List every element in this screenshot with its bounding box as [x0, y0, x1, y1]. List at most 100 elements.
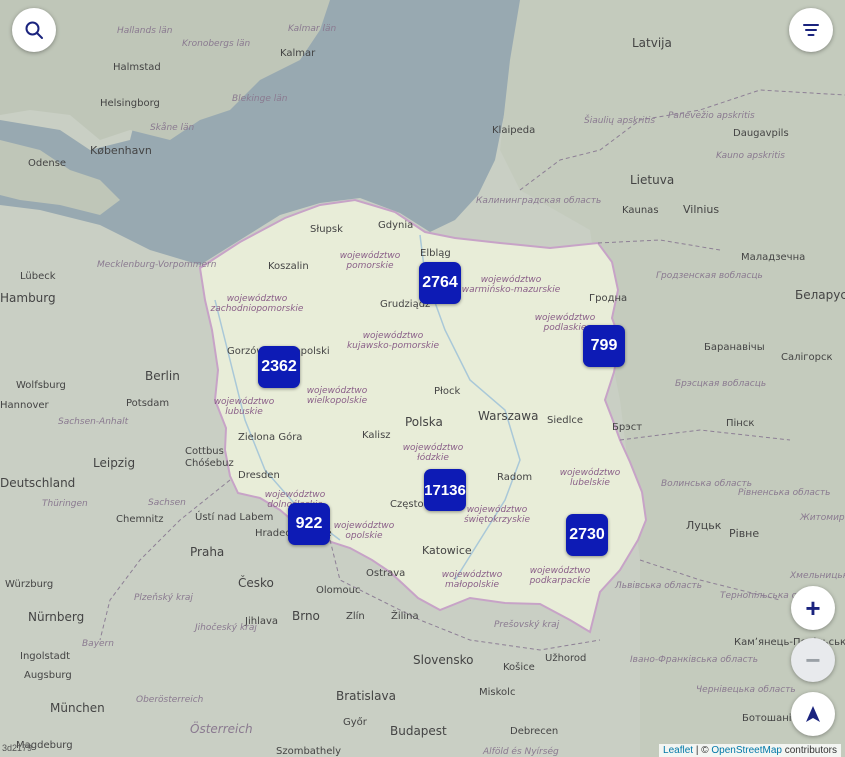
- leaflet-link[interactable]: Leaflet: [663, 745, 693, 756]
- city-label: Elbląg: [420, 248, 451, 259]
- city-label: Lübeck: [20, 271, 56, 282]
- city-label: Ostrava: [366, 568, 405, 579]
- region-label: województwo podkarpackie: [529, 565, 591, 586]
- foreign-region-label: Sachsen: [148, 498, 186, 508]
- locate-button[interactable]: [791, 692, 835, 736]
- city-label: Nürnberg: [28, 610, 84, 624]
- city-label: Баранавічы: [704, 341, 765, 353]
- city-label: Луцьк: [686, 519, 722, 532]
- city-label: Hannover: [0, 400, 50, 411]
- zoom-out-button[interactable]: −: [791, 638, 835, 682]
- city-label: Гродна: [589, 293, 627, 304]
- city-label: Latvija: [632, 36, 672, 50]
- city-label: Česko: [238, 575, 274, 590]
- city-label: Miskolc: [479, 687, 515, 698]
- foreign-region-label: Plzeňský kraj: [134, 593, 193, 603]
- navigation-arrow-icon: [806, 706, 820, 722]
- zoom-in-button[interactable]: +: [791, 586, 835, 630]
- attribution-contributors: contributors: [781, 745, 837, 756]
- foreign-region-label: Jihočeský kraj: [193, 622, 257, 633]
- city-label: Słupsk: [310, 224, 343, 235]
- city-label: Płock: [434, 386, 460, 397]
- city-label: Daugavpils: [733, 128, 789, 139]
- city-label: København: [90, 144, 152, 157]
- search-icon: [25, 21, 43, 39]
- city-label: Berlin: [145, 369, 180, 383]
- foreign-region-label: Blekinge län: [232, 94, 288, 104]
- foreign-region-label: Österreich: [190, 720, 253, 736]
- foreign-region-label: Житомирська область: [799, 513, 845, 523]
- city-label: Siedlce: [547, 415, 583, 426]
- city-label: Debrecen: [510, 726, 558, 737]
- foreign-region-label: Kauno apskritis: [716, 151, 785, 161]
- city-label: Augsburg: [24, 670, 72, 681]
- cluster-marker[interactable]: 2362: [258, 346, 300, 388]
- city-label: Ботошані: [742, 712, 792, 724]
- city-label: Wolfsburg: [16, 380, 66, 391]
- foreign-region-label: Skåne län: [150, 122, 195, 133]
- filter-lines-icon: [803, 24, 819, 36]
- map-attribution: Leaflet | © OpenStreetMap contributors: [659, 744, 841, 757]
- foreign-region-label: Хмельницька область: [789, 571, 845, 581]
- foreign-region-label: Šiaulių apskritis: [584, 114, 655, 126]
- city-label: Helsingborg: [100, 98, 160, 109]
- cluster-marker[interactable]: 2730: [566, 514, 608, 556]
- city-label: Vilnius: [683, 203, 719, 216]
- city-label: Katowice: [422, 544, 472, 557]
- city-label: Potsdam: [126, 398, 169, 409]
- city-label: Брэст: [612, 422, 642, 433]
- city-label: Рівне: [729, 527, 759, 540]
- foreign-region-label: Чернівецька область: [696, 685, 796, 695]
- city-label: Olomouc: [316, 585, 360, 596]
- city-label: Praha: [190, 545, 224, 559]
- city-label: Маладзечна: [741, 252, 805, 263]
- city-label: Košice: [503, 661, 535, 673]
- city-label: Deutschland: [0, 476, 75, 490]
- foreign-region-label: Калининградская область: [476, 196, 601, 206]
- city-label: Budapest: [390, 724, 447, 738]
- osm-link[interactable]: OpenStreetMap: [711, 745, 782, 756]
- city-label: Žilina: [391, 609, 419, 622]
- foreign-region-label: Thüringen: [42, 499, 88, 509]
- city-label: Dresden: [238, 470, 280, 481]
- foreign-region-label: Sachsen-Anhalt: [58, 417, 129, 427]
- city-label: Kalisz: [362, 430, 391, 441]
- foreign-region-label: Брэсцкая вобласць: [675, 379, 766, 389]
- foreign-region-label: Panevėžio apskritis: [668, 111, 755, 121]
- foreign-region-label: Mecklenburg-Vorpommern: [97, 260, 217, 270]
- city-label: Ústí nad Labem: [195, 510, 273, 523]
- city-label: Chemnitz: [116, 514, 164, 525]
- filter-button[interactable]: [789, 8, 833, 52]
- foreign-region-label: Kalmar län: [288, 24, 336, 34]
- city-label: Bratislava: [336, 689, 396, 703]
- cluster-marker[interactable]: 799: [583, 325, 625, 367]
- map-canvas[interactable]: Halmstad Kalmar Helsingborg København Od…: [0, 0, 845, 757]
- foreign-region-label: Bayern: [82, 639, 114, 649]
- city-label: Chóśebuz: [185, 457, 234, 469]
- city-label: Polska: [405, 415, 443, 429]
- attribution-separator: | ©: [693, 745, 712, 756]
- city-label: Hamburg: [0, 291, 56, 305]
- cluster-marker[interactable]: 922: [288, 503, 330, 545]
- city-label: München: [50, 701, 105, 715]
- city-label: Kalmar: [280, 48, 316, 59]
- city-label: Lietuva: [630, 173, 674, 187]
- cluster-marker[interactable]: 17136: [424, 469, 466, 511]
- city-label: Leipzig: [93, 456, 135, 470]
- foreign-region-label: Гродзенская вобласць: [656, 271, 763, 281]
- city-label: Ingolstadt: [20, 651, 70, 662]
- region-label: województwo wielkopolskie: [307, 385, 368, 406]
- city-label: Warszawa: [478, 409, 538, 423]
- city-label: Užhorod: [545, 652, 586, 664]
- foreign-region-label: Kronobergs län: [182, 39, 251, 49]
- city-label: Kaunas: [622, 205, 659, 216]
- city-label: Klaipeda: [492, 125, 535, 136]
- cluster-marker[interactable]: 2764: [419, 262, 461, 304]
- foreign-region-label: Oberösterreich: [136, 695, 204, 705]
- city-label: Zlín: [346, 610, 365, 622]
- search-button[interactable]: [12, 8, 56, 52]
- foreign-region-label: Hallands län: [117, 26, 173, 36]
- foreign-region-label: Рівненська область: [738, 488, 830, 498]
- city-label: Беларусь: [795, 288, 845, 302]
- city-label: Пінск: [726, 417, 754, 429]
